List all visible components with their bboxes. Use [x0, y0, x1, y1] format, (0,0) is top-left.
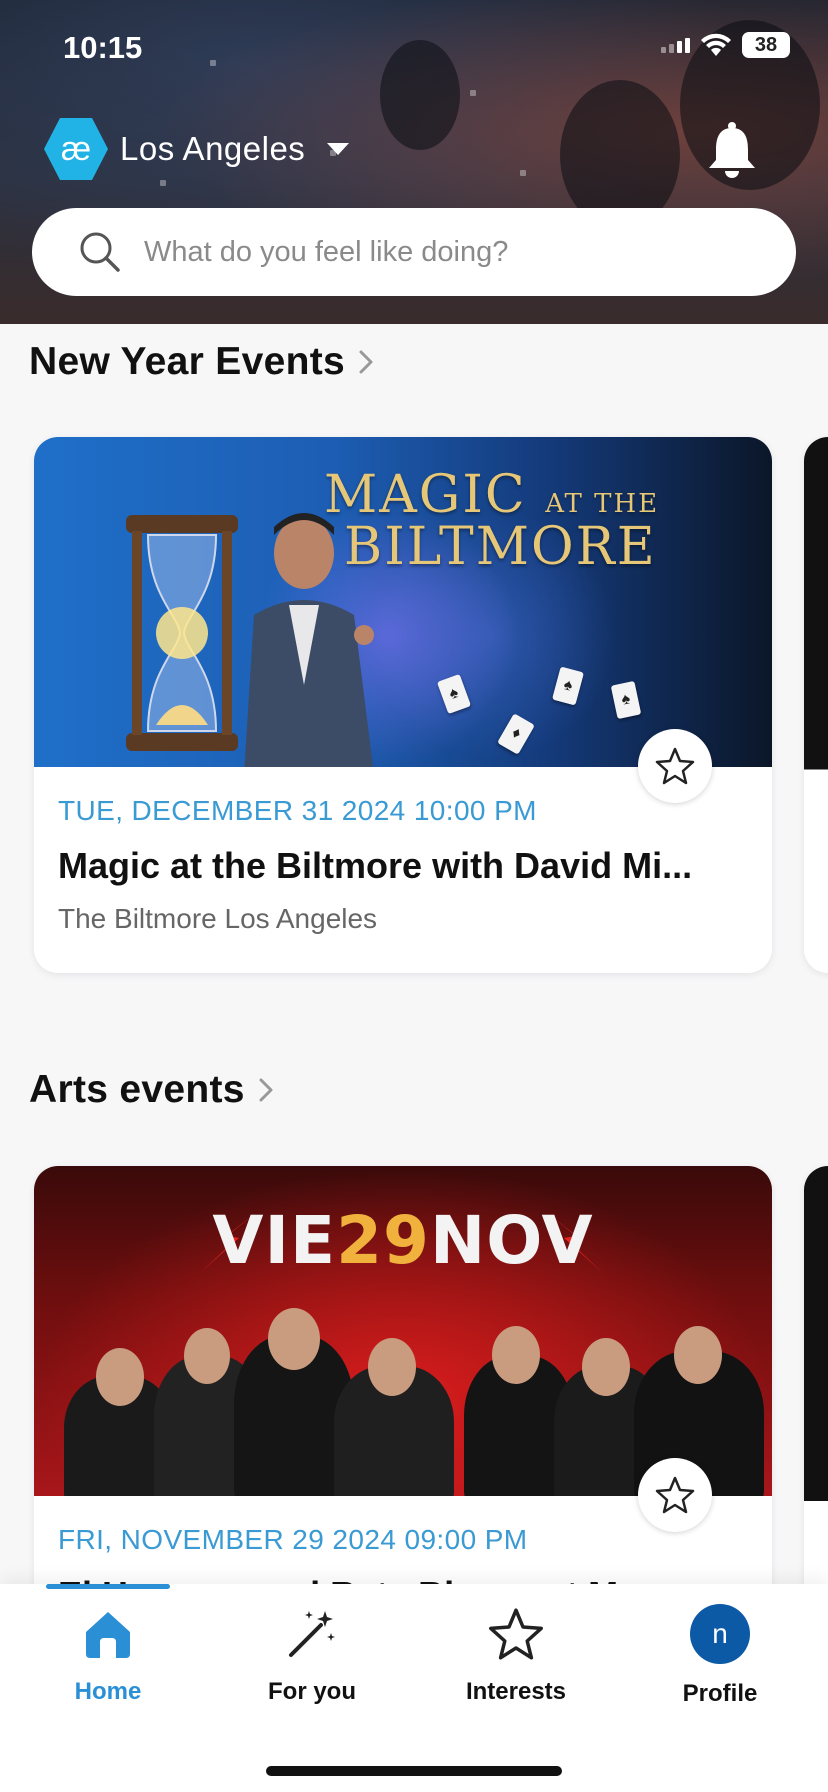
magician-illustration: [244, 513, 374, 767]
event-image: MAGIC AT THE BILTMORE ♠ ♦ ♠ ♠: [34, 437, 772, 767]
band-member-head: [582, 1338, 630, 1396]
concert-banner: VIE29NOV: [212, 1202, 594, 1279]
header-hero: 10:15 38 æ Los Angeles: [0, 0, 828, 324]
cellular-signal-icon: [661, 37, 690, 53]
city-label: Los Angeles: [120, 130, 306, 167]
chevron-down-icon: [327, 143, 350, 155]
band-member-head: [492, 1326, 540, 1384]
confetti: [210, 60, 216, 66]
chevron-right-icon: [359, 350, 373, 374]
confetti: [520, 170, 526, 176]
section-header-new-year[interactable]: New Year Events: [29, 340, 377, 384]
band-member-head: [96, 1348, 144, 1406]
image-title-line2: BILTMORE: [344, 517, 657, 577]
favorite-button[interactable]: [638, 1458, 712, 1532]
section-title: New Year Events: [29, 340, 345, 383]
crowd-silhouette: [380, 40, 460, 150]
battery-icon: 38: [742, 32, 790, 58]
star-icon: [489, 1608, 543, 1660]
search-icon: [80, 232, 120, 272]
magic-wand-icon: [289, 1611, 335, 1657]
status-icons: 38: [661, 32, 790, 58]
avatar: n: [690, 1604, 750, 1664]
tab-for-you[interactable]: For you: [212, 1604, 412, 1706]
event-venue: The Biltmore Los Angeles: [58, 903, 378, 934]
tab-home[interactable]: Home: [8, 1604, 208, 1706]
notification-bell-icon[interactable]: [706, 120, 758, 180]
band-member-head: [268, 1308, 320, 1370]
search-bar[interactable]: [32, 208, 796, 296]
section-header-arts[interactable]: Arts events: [29, 1068, 277, 1112]
band-member-head: [368, 1338, 416, 1396]
tab-profile[interactable]: n Profile: [620, 1604, 820, 1708]
section-title: Arts events: [29, 1068, 245, 1111]
tab-label: Interests: [465, 1678, 567, 1705]
hourglass-illustration: [126, 515, 238, 751]
home-icon: [86, 1612, 130, 1658]
tab-label: Home: [74, 1678, 142, 1705]
star-outline-icon: [655, 1476, 695, 1514]
home-indicator: [266, 1766, 562, 1776]
chevron-right-icon: [259, 1078, 273, 1102]
favorite-button[interactable]: [638, 729, 712, 803]
location-selector[interactable]: æ Los Angeles: [44, 116, 350, 182]
confetti: [470, 90, 476, 96]
band-member-head: [674, 1326, 722, 1384]
tab-label: For you: [268, 1678, 356, 1705]
wifi-icon: [701, 33, 731, 56]
app-logo: æ: [44, 117, 108, 181]
band-member-head: [184, 1328, 230, 1384]
star-outline-icon: [655, 747, 695, 785]
tab-label: Profile: [682, 1680, 758, 1707]
event-title: Magic at the Biltmore with David Mi...: [58, 845, 693, 886]
search-input[interactable]: [144, 235, 744, 269]
status-time: 10:15: [63, 30, 143, 65]
bottom-tab-bar: Home For you Interests n Profile: [0, 1584, 828, 1792]
event-card[interactable]: MAGIC AT THE BILTMORE ♠ ♦ ♠ ♠ TUE, DECEM…: [34, 437, 772, 973]
active-tab-indicator: [46, 1584, 170, 1589]
next-event-card-peek[interactable]: [804, 437, 828, 973]
tab-interests[interactable]: Interests: [416, 1604, 616, 1706]
event-image: VIE29NOV: [34, 1166, 772, 1496]
